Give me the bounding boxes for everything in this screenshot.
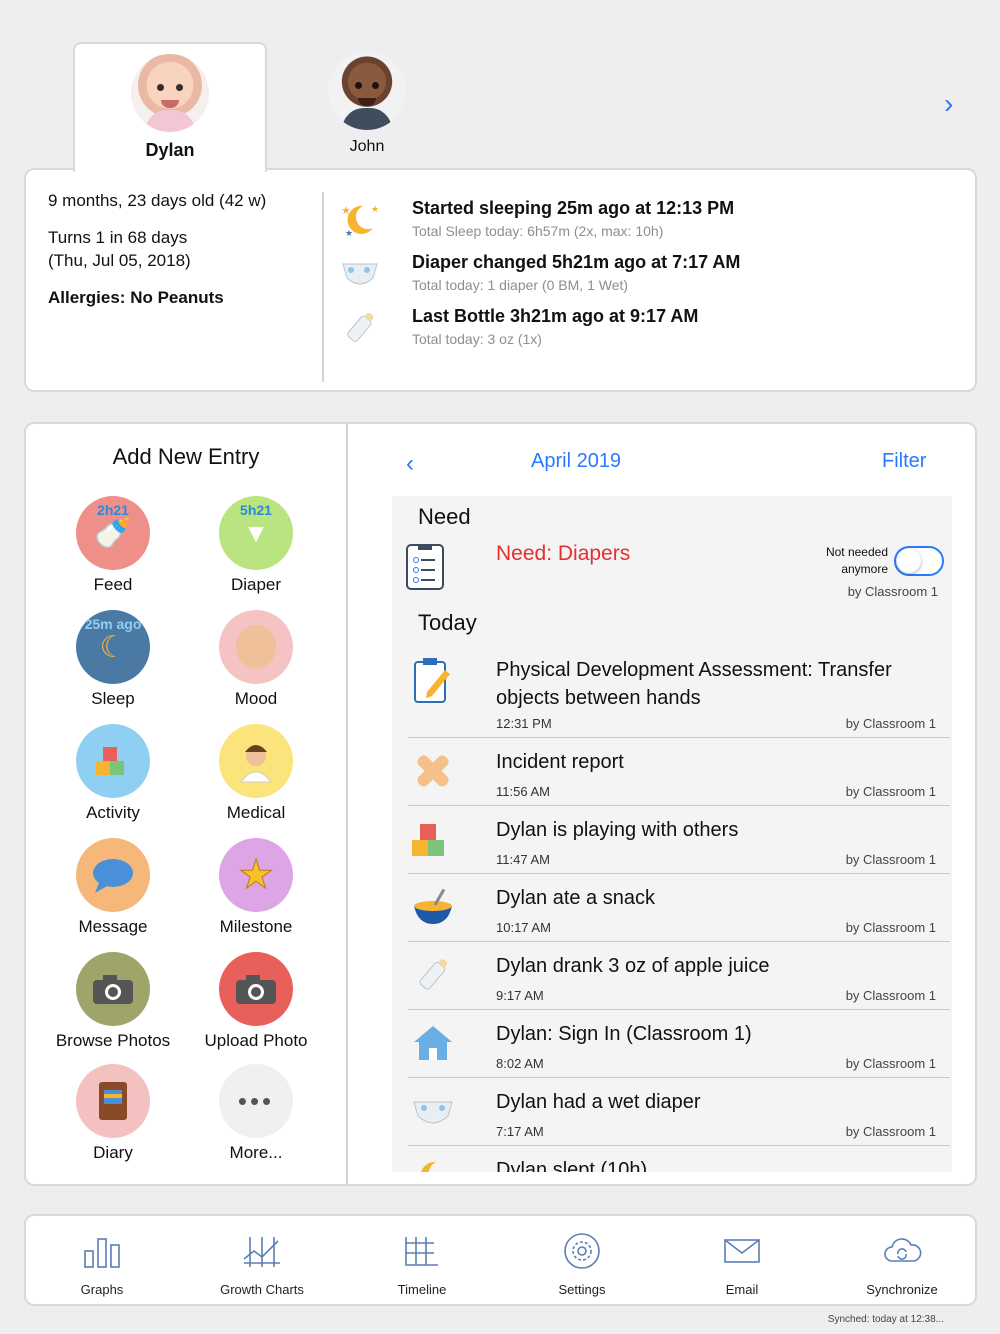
avatar [328,52,406,130]
allergies-text: Allergies: No Peanuts [48,287,224,307]
add-message-button[interactable]: Message [53,838,173,937]
bottom-toolbar: Graphs Growth Charts Timeline Settings E… [24,1214,977,1306]
birthday-date: (Thu, Jul 05, 2018) [48,250,191,270]
diary-icon [76,1064,150,1138]
bottle-icon: 🍼 2h21 [76,496,150,570]
child-name: Dylan [145,140,195,160]
add-activity-button[interactable]: Activity [53,724,173,823]
chevron-right-icon[interactable]: › [944,90,953,118]
settings-button[interactable]: Settings [522,1230,642,1297]
list-item[interactable]: Dylan drank 3 oz of apple juice 9:17 AM … [408,942,950,1010]
birthday-countdown: Turns 1 in 68 days [48,227,188,247]
chat-bubble-icon [76,838,150,912]
sync-status: Synched: today at 12:38... [827,1314,944,1325]
clipboard-pencil-icon [408,656,458,703]
add-medical-button[interactable]: Medical [196,724,316,823]
add-mood-button[interactable]: Mood [196,610,316,709]
add-feed-button[interactable]: 🍼 2h21 Feed [53,496,173,595]
envelope-icon [682,1230,802,1272]
section-header-need: Need [418,504,471,529]
list-item[interactable]: Dylan ate a snack 10:17 AM by Classroom … [408,874,950,942]
toggle-label: Not needed anymore [825,545,888,576]
need-text: Need: Diapers [496,542,631,565]
add-diaper-button[interactable]: ▼ 5h21 Diaper [196,496,316,595]
need-item[interactable]: Need: Diapers Not needed anymore by Clas… [392,536,952,606]
more-dots-icon: ••• [219,1064,293,1138]
list-item[interactable]: Dylan had a wet diaper 7:17 AM by Classr… [408,1078,950,1146]
month-title[interactable]: April 2019 [531,450,621,473]
avatar [131,54,209,132]
bowl-icon [408,884,458,930]
child-tab-dylan[interactable]: Dylan [73,42,267,172]
email-button[interactable]: Email [682,1230,802,1297]
graphs-button[interactable]: Graphs [42,1230,162,1297]
camera-icon [76,952,150,1026]
add-milestone-button[interactable]: ★ Milestone [196,838,316,937]
section-header-today: Today [418,610,477,635]
bottle-icon [408,952,458,998]
timeline-icon [362,1230,482,1272]
sleep-status[interactable]: Started sleeping 25m ago at 12:13 PM Tot… [412,198,734,239]
chevron-left-icon[interactable]: ‹ [406,450,414,478]
browse-photos-button[interactable]: Browse Photos [53,952,173,1051]
synchronize-button[interactable]: Synchronize [842,1230,962,1297]
star-icon: ★ [219,838,293,912]
not-needed-toggle[interactable] [894,546,944,576]
diaper-status[interactable]: Diaper changed 5h21m ago at 7:17 AM Tota… [412,252,740,293]
svg-text:★: ★ [371,204,379,214]
list-item[interactable]: Dylan slept (10h) [408,1146,950,1172]
divider [322,192,324,382]
list-item[interactable]: Incident report 11:56 AM by Classroom 1 [408,738,950,806]
list-item[interactable]: Dylan is playing with others 11:47 AM by… [408,806,950,874]
add-diary-button[interactable]: Diary [53,1064,173,1163]
bandage-icon [408,748,458,794]
house-icon [408,1020,458,1066]
bottle-icon [336,308,384,348]
main-panel: Add New Entry 🍼 2h21 Feed ▼ 5h21 Diaper ☾ 2… [24,422,977,1186]
moon-icon: ★ ★ ★ [336,200,384,240]
need-author: by Classroom 1 [847,584,938,599]
baby-face-icon [219,610,293,684]
filter-button[interactable]: Filter [882,450,926,473]
svg-text:★: ★ [345,228,353,238]
journal-list[interactable]: Need Need: Diapers Not needed anymore by… [392,496,952,1172]
list-item[interactable]: Physical Development Assessment: Transfe… [408,646,950,738]
svg-text:★: ★ [341,205,351,217]
blocks-icon [408,816,458,862]
child-summary-card: 9 months, 23 days old (42 w) Turns 1 in … [24,168,977,392]
child-name: John [349,138,385,155]
moon-icon [408,1156,458,1172]
add-entry-title: Add New Entry [112,444,260,469]
child-tab-john[interactable]: John [270,42,464,170]
checklist-icon [406,544,444,590]
diaper-icon [408,1088,458,1134]
bar-chart-icon [42,1230,162,1272]
cloud-sync-icon [842,1230,962,1272]
diaper-icon: ▼ 5h21 [219,496,293,570]
growth-charts-button[interactable]: Growth Charts [202,1230,322,1297]
more-button[interactable]: ••• More... [196,1064,316,1163]
bottle-status[interactable]: Last Bottle 3h21m ago at 9:17 AM Total t… [412,306,698,347]
growth-chart-icon [202,1230,322,1272]
gear-icon [522,1230,642,1272]
upload-photo-button[interactable]: Upload Photo [196,952,316,1051]
timeline-button[interactable]: Timeline [362,1230,482,1297]
blocks-icon [76,724,150,798]
doctor-icon [219,724,293,798]
diaper-icon [336,254,384,294]
add-sleep-button[interactable]: ☾ 25m ago Sleep [53,610,173,709]
camera-icon [219,952,293,1026]
list-item[interactable]: Dylan: Sign In (Classroom 1) 8:02 AM by … [408,1010,950,1078]
moon-icon: ☾ 25m ago [76,610,150,684]
divider [346,424,348,1184]
age-text: 9 months, 23 days old (42 w) [48,191,267,210]
